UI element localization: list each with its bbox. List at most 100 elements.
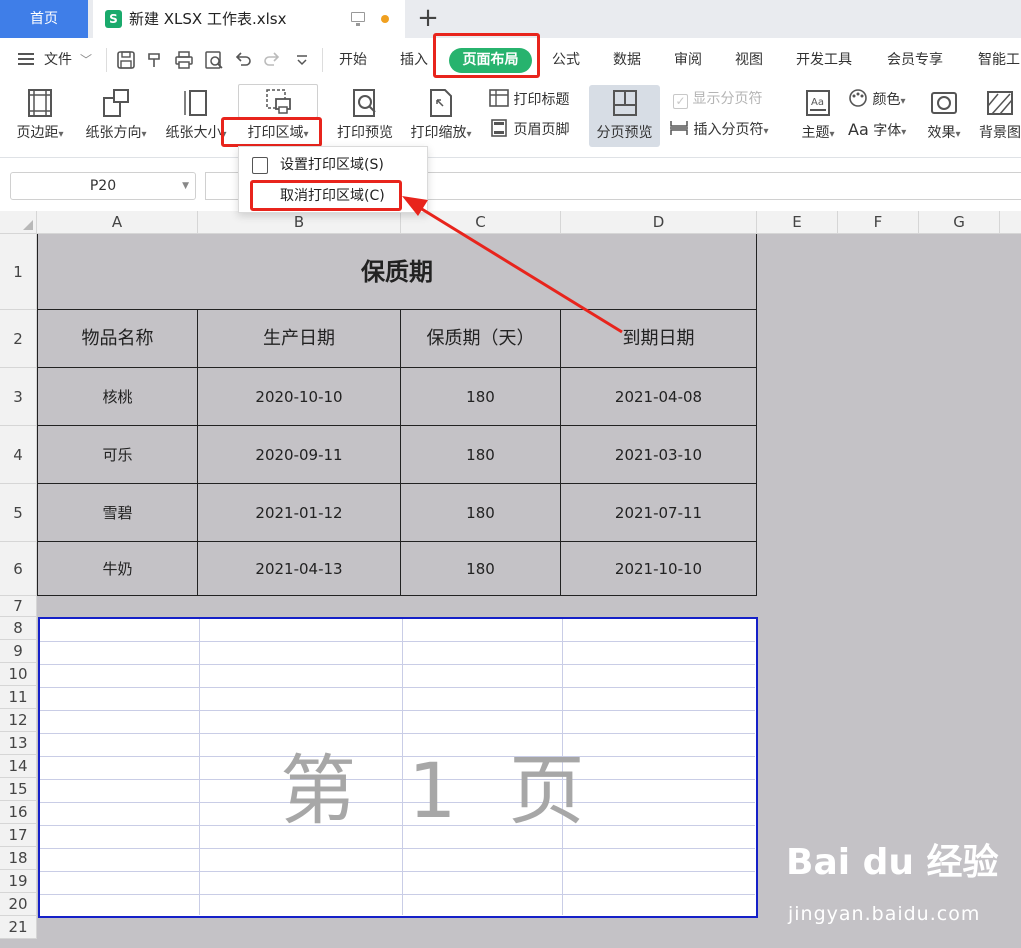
table-cell[interactable]: 180 [401,426,561,484]
format-painter-icon[interactable] [145,50,165,70]
column-header-f[interactable]: F [838,211,919,234]
new-tab-button[interactable]: + [414,3,442,33]
orientation-button[interactable]: 纸张方向▾ [79,84,153,152]
column-header-d[interactable]: D [561,211,757,234]
print-titles-button[interactable]: 打印标题 [489,88,569,112]
print-titles-icon [489,89,509,107]
row-header-14[interactable]: 14 [0,755,37,778]
highlight-clear-print-area [250,180,402,211]
column-header-g[interactable]: G [919,211,1000,234]
table-cell[interactable]: 雪碧 [38,484,198,542]
print-preview-label: 打印预览 [337,125,393,141]
menu-tab-view[interactable]: 视图 [735,38,763,82]
gridline [40,894,755,895]
row-header-12[interactable]: 12 [0,709,37,732]
header-production-date[interactable]: 生产日期 [198,310,401,368]
header-shelf-life-days[interactable]: 保质期（天） [401,310,561,368]
select-all-corner[interactable] [0,211,37,234]
row-header-8[interactable]: 8 [0,617,37,640]
column-header-e[interactable]: E [757,211,838,234]
menu-file[interactable]: 文件 [44,38,72,82]
row-header-20[interactable]: 20 [0,893,37,916]
save-icon[interactable] [116,50,136,70]
chevron-down-icon[interactable]: ﹀ [80,38,92,82]
table-cell[interactable]: 牛奶 [38,542,198,596]
background-image-button[interactable]: 背景图 [975,84,1021,152]
monitor-icon[interactable] [351,12,365,26]
print-scale-button[interactable]: 打印缩放▾ [404,84,478,152]
tab-document[interactable]: S 新建 XLSX 工作表.xlsx [93,0,405,38]
row-header-2[interactable]: 2 [0,310,37,368]
menu-tab-smart-tools[interactable]: 智能工 [978,38,1020,82]
hamburger-icon[interactable] [18,53,34,65]
table-cell[interactable]: 2020-10-10 [198,368,401,426]
menu-tab-insert[interactable]: 插入 [400,38,428,82]
column-header-a[interactable]: A [37,211,198,234]
redo-icon[interactable] [262,50,282,70]
document-title: 新建 XLSX 工作表.xlsx [129,10,287,28]
row-header-1[interactable]: 1 [0,234,37,310]
table-cell[interactable]: 180 [401,484,561,542]
row-header-5[interactable]: 5 [0,484,37,542]
row-header-9[interactable]: 9 [0,640,37,663]
column-header-h[interactable] [1000,211,1021,234]
table-cell[interactable]: 2021-10-10 [561,542,757,596]
table-cell[interactable]: 2021-03-10 [561,426,757,484]
table-cell[interactable]: 可乐 [38,426,198,484]
row-header-10[interactable]: 10 [0,663,37,686]
svg-text:Aa: Aa [811,97,824,108]
header-footer-button[interactable]: 页眉页脚 [489,118,569,142]
table-title[interactable]: 保质期 [38,234,757,310]
row-header-15[interactable]: 15 [0,778,37,801]
insert-page-break-button[interactable]: 插入分页符▾ [669,118,768,142]
print-preview-icon[interactable] [204,50,224,70]
chevron-down-icon[interactable]: ▼ [182,173,189,199]
column-header-b[interactable]: B [198,211,401,234]
menu-tab-developer[interactable]: 开发工具 [796,38,852,82]
print-preview-button[interactable]: 打印预览 [332,84,398,152]
effects-button[interactable]: 效果▾ [920,84,968,152]
menu-tab-member[interactable]: 会员专享 [887,38,943,82]
print-icon[interactable] [174,50,194,70]
header-expiry-date[interactable]: 到期日期 [561,310,757,368]
table-cell[interactable]: 2021-07-11 [561,484,757,542]
table-cell[interactable]: 2020-09-11 [198,426,401,484]
table-cell[interactable]: 180 [401,542,561,596]
row-header-3[interactable]: 3 [0,368,37,426]
header-item-name[interactable]: 物品名称 [38,310,198,368]
row-header-18[interactable]: 18 [0,847,37,870]
tab-home[interactable]: 首页 [0,0,88,38]
row-header-16[interactable]: 16 [0,801,37,824]
row-header-13[interactable]: 13 [0,732,37,755]
table-cell[interactable]: 2021-04-08 [561,368,757,426]
row-header-19[interactable]: 19 [0,870,37,893]
table-cell[interactable]: 2021-01-12 [198,484,401,542]
menu-tab-home[interactable]: 开始 [339,38,367,82]
name-box[interactable]: P20 ▼ [10,172,196,200]
colors-button[interactable]: 颜色▾ [848,88,905,112]
row-header-21[interactable]: 21 [0,916,37,939]
table-cell[interactable]: 180 [401,368,561,426]
table-cell[interactable]: 核桃 [38,368,198,426]
gridline [40,687,755,688]
menu-tab-data[interactable]: 数据 [613,38,641,82]
theme-button[interactable]: Aa 主题▾ [792,84,844,152]
row-header-6[interactable]: 6 [0,542,37,596]
show-page-breaks-checkbox[interactable]: ✓ 显示分页符 [673,87,762,111]
row-header-4[interactable]: 4 [0,426,37,484]
page-break-preview-button[interactable]: 分页预览 [589,84,660,152]
customize-quick-access-icon[interactable] [292,50,312,70]
margins-button[interactable]: 页边距▾ [8,84,72,152]
row-header-17[interactable]: 17 [0,824,37,847]
row-header-11[interactable]: 11 [0,686,37,709]
row-header-7[interactable]: 7 [0,596,37,617]
print-page-area[interactable]: 第 1 页 [38,617,758,918]
menu-tab-formulas[interactable]: 公式 [552,38,580,82]
fonts-button[interactable]: Aa 字体▾ [848,118,906,142]
column-header-c[interactable]: C [401,211,561,234]
set-print-area-item[interactable]: 设置打印区域(S) [239,150,427,180]
print-titles-label: 打印标题 [513,92,570,108]
undo-icon[interactable] [233,50,253,70]
menu-tab-review[interactable]: 审阅 [674,38,702,82]
table-cell[interactable]: 2021-04-13 [198,542,401,596]
